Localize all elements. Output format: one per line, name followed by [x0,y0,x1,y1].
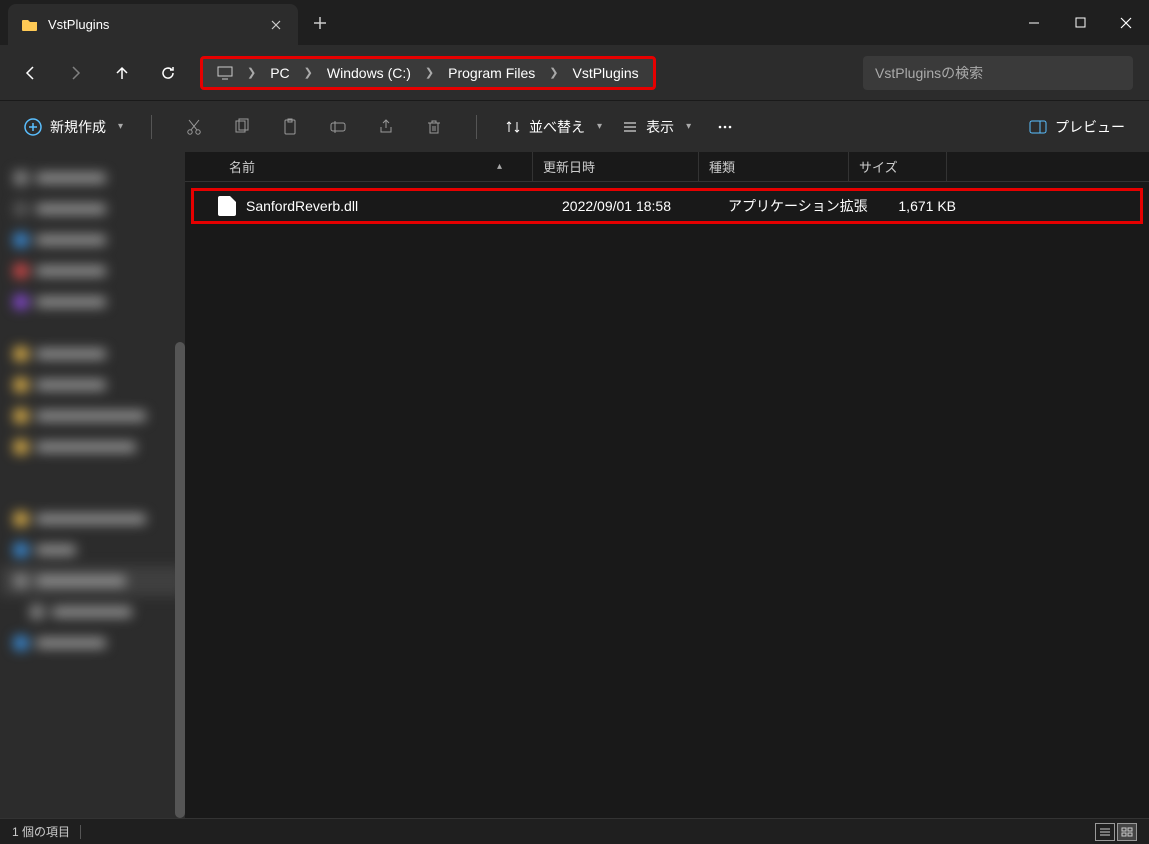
minimize-button[interactable] [1011,0,1057,45]
cut-button[interactable] [178,111,210,143]
statusbar: 1 個の項目 [0,818,1149,844]
file-type: アプリケーション拡張 [718,196,868,216]
file-size: 1,671 KB [868,198,966,214]
navbar: ❯ PC ❯ Windows (C:) ❯ Program Files ❯ Vs… [0,45,1149,100]
sort-button[interactable]: 並べ替え ▾ [495,111,612,143]
dll-file-icon [218,196,236,216]
sort-label: 並べ替え [529,117,585,137]
back-button[interactable] [10,55,50,91]
up-button[interactable] [102,55,142,91]
column-header-name[interactable]: 名前 ▴ [219,152,533,181]
column-header-date[interactable]: 更新日時 [533,152,699,181]
chevron-right-icon: ❯ [419,66,440,79]
plus-circle-icon [24,118,42,136]
thumbnail-view-button[interactable] [1117,823,1137,841]
titlebar: VstPlugins [0,0,1149,45]
chevron-down-icon: ▾ [686,121,691,132]
status-count: 1 個の項目 [12,823,70,840]
refresh-button[interactable] [148,55,188,91]
copy-button[interactable] [226,111,258,143]
breadcrumb[interactable]: ❯ PC ❯ Windows (C:) ❯ Program Files ❯ Vs… [200,56,656,90]
chevron-right-icon: ❯ [543,66,564,79]
more-button[interactable] [709,111,741,143]
paste-button[interactable] [274,111,306,143]
pc-icon [213,66,237,80]
window-controls [1011,0,1149,45]
sort-icon [505,119,521,135]
share-button[interactable] [370,111,402,143]
column-headers: 名前 ▴ 更新日時 種類 サイズ [185,152,1149,182]
preview-button[interactable]: プレビュー [1019,111,1135,143]
details-view-button[interactable] [1095,823,1115,841]
tab-current[interactable]: VstPlugins [8,4,298,45]
content: 名前 ▴ 更新日時 種類 サイズ SanfordReverb.dll 2022/… [0,152,1149,818]
breadcrumb-item-programfiles[interactable]: Program Files [440,65,543,81]
breadcrumb-item-pc[interactable]: PC [262,65,297,81]
breadcrumb-item-drive[interactable]: Windows (C:) [319,65,419,81]
view-button[interactable]: 表示 ▾ [612,111,701,143]
chevron-down-icon: ▾ [597,121,602,132]
list-icon [622,119,638,135]
view-toggles [1095,823,1137,841]
separator [151,115,152,139]
new-button[interactable]: 新規作成 ▾ [14,111,133,143]
folder-icon [22,17,38,33]
new-label: 新規作成 [50,117,106,137]
file-row[interactable]: SanfordReverb.dll 2022/09/01 18:58 アプリケー… [191,188,1143,224]
view-label: 表示 [646,117,674,137]
tab-title: VstPlugins [48,17,258,32]
close-button[interactable] [1103,0,1149,45]
file-pane: 名前 ▴ 更新日時 種類 サイズ SanfordReverb.dll 2022/… [185,152,1149,818]
search-placeholder: VstPluginsの検索 [875,63,983,83]
separator [80,825,81,839]
rename-button[interactable] [322,111,354,143]
column-header-size[interactable]: サイズ [849,152,947,181]
column-header-type[interactable]: 種類 [699,152,849,181]
tab-close-button[interactable] [268,17,284,33]
chevron-down-icon: ▾ [118,121,123,132]
forward-button[interactable] [56,55,96,91]
delete-button[interactable] [418,111,450,143]
toolbar: 新規作成 ▾ 並べ替え ▾ 表示 ▾ プレビュー [0,100,1149,152]
new-tab-button[interactable] [298,0,342,45]
search-input[interactable]: VstPluginsの検索 [863,56,1133,90]
sort-indicator-icon: ▴ [497,161,502,172]
chevron-right-icon: ❯ [241,66,262,79]
sidebar-scrollbar[interactable] [175,342,185,818]
maximize-button[interactable] [1057,0,1103,45]
chevron-right-icon: ❯ [298,66,319,79]
separator [476,115,477,139]
file-date: 2022/09/01 18:58 [552,198,718,214]
breadcrumb-item-vstplugins[interactable]: VstPlugins [564,65,646,81]
sidebar[interactable] [0,152,185,818]
preview-pane-icon [1029,120,1047,134]
preview-label: プレビュー [1055,117,1125,137]
file-name: SanfordReverb.dll [246,198,552,214]
